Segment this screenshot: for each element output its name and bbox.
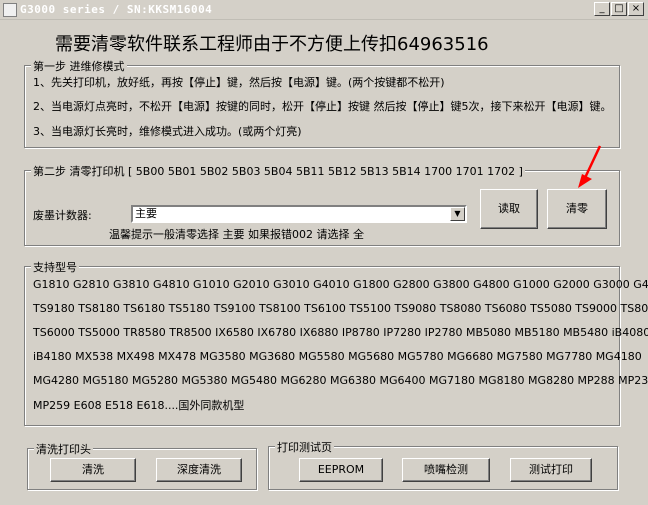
- counter-select[interactable]: 主要 ▼: [131, 205, 467, 223]
- counter-hint: 温馨提示一般清零选择 主要 如果报错002 请选择 全: [109, 228, 364, 241]
- annotation-arrow-icon: [578, 145, 602, 188]
- counter-label: 废墨计数器:: [33, 209, 92, 222]
- title-bar: G3000 series / SN:KKSM16004 _ □ ×: [0, 0, 648, 20]
- nozzle-check-button[interactable]: 喷嘴检测: [402, 458, 490, 482]
- minimize-button[interactable]: _: [594, 2, 610, 16]
- models-line-3: TS6000 TS5000 TR8580 TR8500 IX6580 IX678…: [33, 326, 648, 339]
- clean-legend: 清洗打印头: [34, 441, 93, 457]
- test-legend: 打印测试页: [275, 439, 334, 455]
- chevron-down-icon[interactable]: ▼: [450, 207, 465, 221]
- read-button[interactable]: 读取: [480, 189, 538, 229]
- models-line-2: TS9180 TS8180 TS6180 TS5180 TS9100 TS810…: [33, 302, 648, 315]
- models-line-1: G1810 G2810 G3810 G4810 G1010 G2010 G301…: [33, 278, 648, 291]
- counter-select-value: 主要: [135, 207, 157, 220]
- step2-legend: 第二步 清零打印机 [ 5B00 5B01 5B02 5B03 5B04 5B1…: [31, 163, 525, 179]
- eeprom-button[interactable]: EEPROM: [299, 458, 383, 482]
- models-line-6: MP259 E608 E518 E618....国外同款机型: [33, 399, 245, 412]
- clean-group: 清洗打印头 清洗 深度清洗: [27, 441, 257, 490]
- models-legend: 支持型号: [31, 259, 79, 275]
- test-group: 打印测试页 EEPROM 喷嘴检测 测试打印: [268, 439, 618, 490]
- step2-group: 第二步 清零打印机 [ 5B00 5B01 5B02 5B03 5B04 5B1…: [24, 163, 620, 246]
- headline: 需要清零软件联系工程师由于不方便上传扣64963516: [55, 34, 489, 55]
- step1-line-3: 3、当电源灯长亮时，维修模式进入成功。(或两个灯亮): [33, 125, 302, 138]
- models-line-5: MG4280 MG5180 MG5280 MG5380 MG5480 MG628…: [33, 374, 648, 387]
- models-line-4: iB4180 MX538 MX498 MX478 MG3580 MG3680 M…: [33, 350, 642, 363]
- deep-clean-button[interactable]: 深度清洗: [156, 458, 242, 482]
- test-print-button[interactable]: 测试打印: [510, 458, 592, 482]
- window-title: G3000 series / SN:KKSM16004: [20, 3, 213, 16]
- maximize-button[interactable]: □: [611, 2, 627, 16]
- models-group: 支持型号 G1810 G2810 G3810 G4810 G1010 G2010…: [24, 259, 648, 426]
- clean-button[interactable]: 清洗: [50, 458, 136, 482]
- step1-line-1: 1、先关打印机，放好纸，再按【停止】键，然后按【电源】键。(两个按键都不松开): [33, 76, 445, 89]
- app-icon: [3, 3, 17, 17]
- step1-group: 第一步 进维修模式 1、先关打印机，放好纸，再按【停止】键，然后按【电源】键。(…: [24, 58, 620, 148]
- step1-legend: 第一步 进维修模式: [31, 58, 127, 74]
- clear-counter-button[interactable]: 清零: [547, 189, 607, 229]
- close-button[interactable]: ×: [628, 2, 644, 16]
- step1-line-2: 2、当电源灯点亮时，不松开【电源】按键的同时，松开【停止】按键 然后按【停止】键…: [33, 100, 612, 113]
